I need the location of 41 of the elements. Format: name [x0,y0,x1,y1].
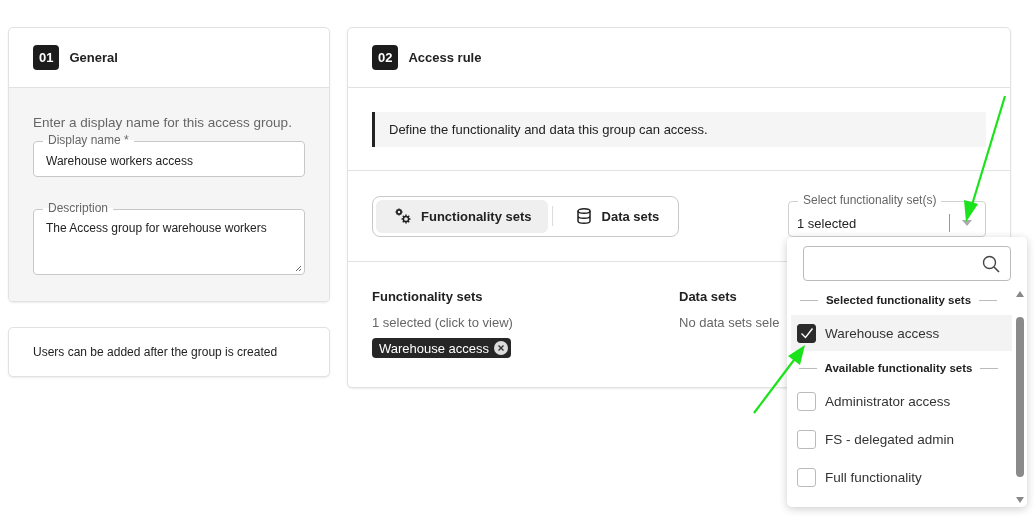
option-item[interactable]: Administrator access [791,383,1012,419]
check-icon [799,327,814,339]
gears-icon [394,207,412,225]
scroll-up-icon[interactable] [1016,291,1024,297]
database-icon [574,207,593,225]
field-label: Select functionality set(s) [798,193,942,207]
field-value: Warehouse workers access [46,154,193,168]
option-item[interactable]: Full functionality [791,459,1012,495]
summary-text: No data sets sele [679,315,781,330]
step-number: 01 [33,45,60,70]
field-value: The Access group for warehouse workers [46,221,267,235]
card-title: Access rule [408,50,482,65]
option-item[interactable]: Warehouse access [791,315,1012,351]
step-number: 02 [372,45,399,70]
search-field[interactable] [803,246,1011,281]
info-note: Define the functionality and data this group can access. [372,112,986,147]
checkbox[interactable] [797,391,816,411]
checkbox[interactable] [797,429,816,449]
group-heading: Available functionality sets [824,362,973,374]
section-heading: Functionality sets [372,289,483,304]
annotation-arrow [753,345,805,414]
search-icon [982,254,1000,273]
tab[interactable]: Functionality sets [376,199,548,233]
section-heading: Data sets [679,289,737,304]
scroll-down-icon[interactable] [1016,497,1024,503]
field-label: Display name * [43,133,134,147]
caret-icon[interactable] [962,220,972,226]
tag-chip: Warehouse access [372,338,512,358]
intro-text: Enter a display name for this access group. [33,115,293,130]
field-value: 1 selected [797,215,858,231]
card-title: General [69,50,118,65]
field-label: Description [43,201,114,215]
option-item[interactable]: FS - delegated admin [791,421,1012,457]
remove-icon[interactable] [493,340,510,356]
checkbox[interactable] [797,323,816,343]
resize-handle-icon[interactable] [294,264,302,272]
group-heading: Selected functionality sets [825,294,972,306]
users-note: Users can be added after the group is created [33,345,278,359]
summary-text: 1 selected (click to view) [372,315,514,330]
tab[interactable]: Data sets [556,199,676,233]
checkbox[interactable] [797,467,816,487]
